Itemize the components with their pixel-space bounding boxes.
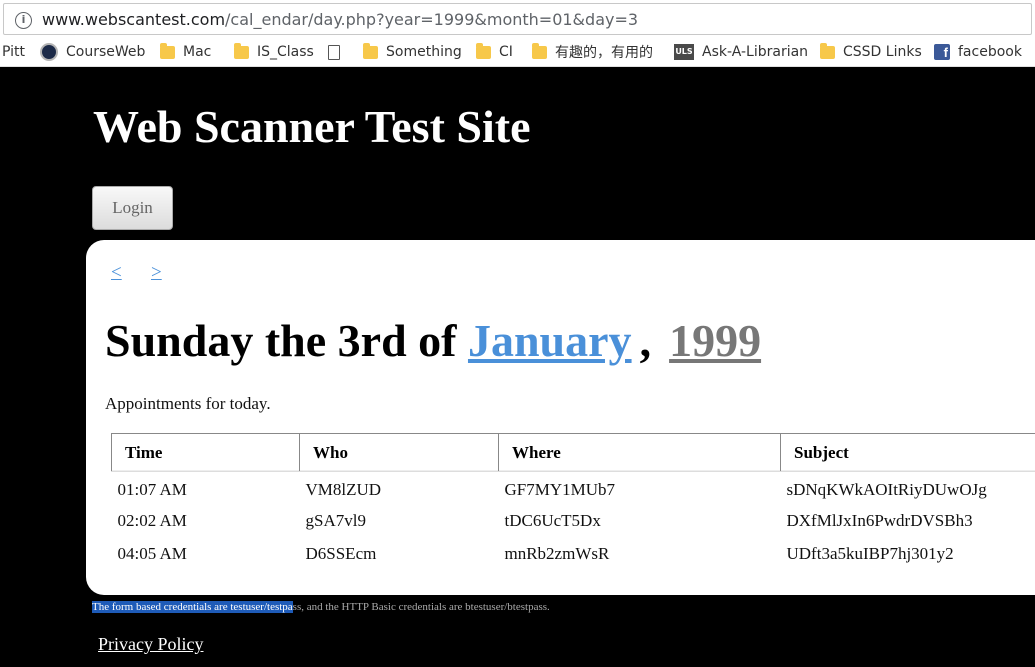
- folder-icon: [532, 42, 547, 59]
- address-bar: i www.webscantest.com/cal_endar/day.php?…: [0, 0, 1035, 37]
- year-link[interactable]: 1999: [669, 315, 761, 366]
- cell-time: 04:05 AM: [117, 544, 187, 563]
- folder-icon: [234, 42, 249, 59]
- bookmark-facebook[interactable]: f facebook: [934, 43, 1022, 61]
- cell-time: 02:02 AM: [117, 511, 187, 530]
- bookmark-something[interactable]: Something: [363, 42, 462, 61]
- column-header-who: Who: [299, 433, 499, 472]
- column-header-where: Where: [498, 433, 781, 472]
- uls-icon: ULS: [674, 44, 694, 60]
- table-row: 01:07 AM VM8lZUD GF7MY1MUb7 sDNqKWkAOItR…: [112, 472, 1035, 505]
- bookmark-label: Ask-A-Librarian: [702, 44, 809, 60]
- bookmark-label: CSSD Links: [843, 44, 922, 60]
- url-domain: www.webscantest.com: [42, 10, 226, 29]
- cell-who: VM8lZUD: [305, 479, 382, 499]
- month-link[interactable]: January: [468, 315, 632, 366]
- bookmark-label: facebook: [958, 44, 1022, 60]
- bookmark-label: CI: [499, 44, 513, 60]
- bookmark-courseweb[interactable]: CourseWeb: [40, 43, 145, 61]
- cell-who: gSA7vl9: [305, 511, 366, 530]
- day-heading: Sunday the 3rd of January, 1999: [105, 314, 761, 367]
- url-text[interactable]: www.webscantest.com/cal_endar/day.php?ye…: [42, 10, 638, 29]
- bookmark-label: IS_Class: [257, 44, 314, 60]
- next-day-link[interactable]: >: [151, 262, 162, 284]
- bookmarks-bar: Pitt CourseWeb Mac IS_Class Something CI…: [0, 37, 1035, 67]
- bookmark-cssd-links[interactable]: CSSD Links: [820, 42, 922, 61]
- appointments-table: Time Who Where Subject 01:07 AM VM8lZUD …: [111, 433, 1035, 571]
- login-button[interactable]: Login: [92, 186, 173, 230]
- folder-icon: [820, 42, 835, 59]
- info-icon[interactable]: i: [15, 12, 32, 29]
- column-header-time: Time: [111, 433, 300, 472]
- previous-day-link[interactable]: <: [111, 262, 122, 284]
- page-icon: [328, 44, 340, 60]
- bookmark-mac[interactable]: Mac: [160, 42, 212, 61]
- cell-subject: sDNqKWkAOItRiyDUwOJg: [786, 479, 987, 499]
- cell-subject: UDft3a5kuIBP7hj301y2: [786, 544, 954, 563]
- credentials-note: The form based credentials are testuser/…: [92, 601, 550, 613]
- bookmark-label: Pitt: [2, 44, 26, 60]
- folder-icon: [363, 42, 378, 59]
- folder-icon: [160, 42, 175, 59]
- table-header-row: Time Who Where Subject: [111, 433, 1035, 472]
- table-row: 02:02 AM gSA7vl9 tDC6UcT5Dx DXfMlJxIn6Pw…: [112, 505, 1035, 538]
- column-header-subject: Subject: [780, 433, 1035, 472]
- privacy-policy-link[interactable]: Privacy Policy: [98, 634, 204, 655]
- url-path: /cal_endar/day.php?year=1999&month=01&da…: [225, 10, 639, 29]
- bookmark-label: Mac: [183, 44, 212, 60]
- pitt-seal-icon: [40, 43, 58, 61]
- cell-who: D6SSEcm: [305, 544, 377, 563]
- bookmark-ask-a-librarian[interactable]: ULS Ask-A-Librarian: [674, 43, 808, 61]
- cell-time: 01:07 AM: [117, 479, 187, 499]
- url-field[interactable]: i www.webscantest.com/cal_endar/day.php?…: [3, 3, 1032, 35]
- folder-icon: [476, 42, 491, 59]
- heading-separator: ,: [639, 315, 652, 366]
- bookmark-ci[interactable]: CI: [476, 42, 513, 61]
- day-heading-text: Sunday the 3rd of: [105, 315, 468, 366]
- bookmark-label: 有趣的，有用的: [555, 45, 653, 61]
- selected-text: The form based credentials are testuser/…: [92, 601, 293, 613]
- bookmark-pitt[interactable]: Pitt: [2, 43, 25, 61]
- bookmark-chinese[interactable]: 有趣的，有用的: [532, 42, 653, 61]
- calendar-panel: < > Sunday the 3rd of January, 1999 Appoi…: [86, 240, 1035, 595]
- credentials-note-rest: ss, and the HTTP Basic credentials are b…: [292, 601, 550, 613]
- bookmark-is-class[interactable]: IS_Class: [234, 42, 314, 61]
- facebook-icon: f: [934, 44, 950, 60]
- cell-where: tDC6UcT5Dx: [504, 511, 601, 530]
- bookmark-page[interactable]: [328, 43, 348, 61]
- site-title: Web Scanner Test Site: [93, 101, 531, 152]
- appointments-caption: Appointments for today.: [105, 394, 271, 413]
- cell-subject: DXfMlJxIn6PwdrDVSBh3: [786, 511, 973, 530]
- table-row: 04:05 AM D6SSEcm mnRb2zmWsR UDft3a5kuIBP…: [112, 538, 1035, 571]
- cell-where: GF7MY1MUb7: [504, 479, 616, 499]
- bookmark-label: CourseWeb: [66, 44, 146, 60]
- bookmark-label: Something: [386, 44, 462, 60]
- cell-where: mnRb2zmWsR: [504, 544, 610, 563]
